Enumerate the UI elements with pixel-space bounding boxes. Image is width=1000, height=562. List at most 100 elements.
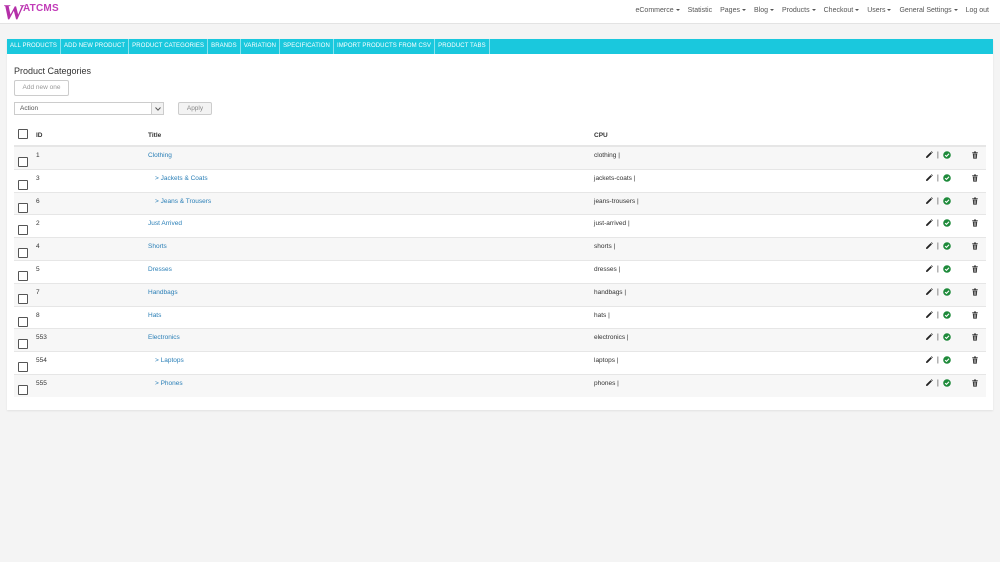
- pencil-icon[interactable]: [925, 219, 933, 227]
- menu-item-checkout[interactable]: Checkout: [824, 6, 860, 15]
- trash-icon[interactable]: [971, 174, 979, 182]
- category-title-link[interactable]: Handbags: [148, 289, 178, 296]
- table-header: ID Title CPU: [14, 125, 986, 146]
- pencil-icon[interactable]: [925, 287, 933, 296]
- pencil-icon[interactable]: [925, 196, 933, 205]
- menu-item-label: Pages: [720, 7, 740, 14]
- menu-item-blog[interactable]: Blog: [754, 6, 774, 15]
- category-title-link[interactable]: Dresses: [148, 266, 172, 273]
- top-navbar: W ATCMS eCommerce Statistic Pages Blog Produ…: [0, 0, 1000, 24]
- categories-table: ID Title CPU 1 Clothing clothing | | 3 > Jack…: [14, 125, 986, 397]
- category-title-link[interactable]: > Laptops: [155, 357, 184, 364]
- check-circle-icon[interactable]: [943, 173, 951, 182]
- category-cpu: shorts |: [594, 243, 616, 251]
- menu-item-label: Checkout: [823, 7, 854, 14]
- check-circle-icon[interactable]: [943, 242, 951, 250]
- check-circle-icon[interactable]: [943, 333, 951, 342]
- category-title-link[interactable]: Hats: [148, 312, 161, 319]
- category-title-link[interactable]: > Phones: [155, 380, 183, 387]
- row-checkbox[interactable]: [18, 157, 28, 167]
- check-circle-icon[interactable]: [943, 287, 951, 296]
- column-header-id: ID: [36, 132, 43, 139]
- pencil-icon[interactable]: [925, 379, 933, 387]
- trash-icon[interactable]: [971, 151, 979, 159]
- caret-down-icon: [770, 9, 774, 12]
- menu-item-general-settings[interactable]: General Settings: [899, 6, 958, 15]
- logo-text: ATCMS: [23, 3, 59, 14]
- category-title-link[interactable]: Electronics: [148, 334, 180, 341]
- table-row: 6 > Jeans & Trousers jeans-trousers | |: [14, 191, 986, 215]
- row-checkbox[interactable]: [18, 225, 28, 236]
- trash-icon[interactable]: [971, 197, 979, 205]
- tab-add-new-product[interactable]: ADD NEW PRODUCT: [61, 39, 130, 54]
- trash-icon[interactable]: [971, 288, 979, 296]
- row-checkbox[interactable]: [18, 270, 28, 281]
- category-title-link[interactable]: Shorts: [148, 243, 167, 250]
- bulk-action-select[interactable]: Action: [14, 102, 164, 115]
- site-logo[interactable]: W ATCMS: [1, 0, 59, 24]
- check-circle-icon[interactable]: [943, 310, 951, 319]
- category-id: 8: [36, 311, 40, 319]
- action-separator: |: [937, 334, 939, 342]
- row-checkbox[interactable]: [18, 384, 28, 395]
- caret-down-icon: [811, 9, 816, 12]
- check-circle-icon[interactable]: [943, 196, 951, 205]
- menu-item-statistic[interactable]: Statistic: [688, 6, 713, 15]
- category-id: 7: [36, 288, 40, 296]
- category-title-link[interactable]: > Jeans & Trousers: [155, 198, 211, 205]
- add-new-button[interactable]: Add new one: [14, 80, 69, 96]
- tab-product-tabs[interactable]: PRODUCT TABS: [435, 39, 490, 54]
- menu-item-pages[interactable]: Pages: [720, 6, 746, 15]
- table-row: 8 Hats hats | |: [14, 305, 986, 329]
- apply-button[interactable]: Apply: [178, 102, 212, 115]
- select-all-checkbox[interactable]: [18, 129, 28, 139]
- check-circle-icon[interactable]: [943, 356, 951, 364]
- pencil-icon[interactable]: [925, 333, 933, 341]
- row-checkbox[interactable]: [18, 293, 28, 304]
- menu-item-ecommerce[interactable]: eCommerce: [635, 6, 680, 15]
- pencil-icon[interactable]: [925, 173, 933, 182]
- menu-item-products[interactable]: Products: [782, 6, 816, 15]
- trash-icon[interactable]: [971, 265, 979, 273]
- category-id: 555: [36, 379, 47, 387]
- tab-brands[interactable]: BRANDS: [208, 39, 241, 54]
- tab-product-categories[interactable]: PRODUCT CATEGORIES: [129, 39, 209, 54]
- tab-variation[interactable]: VARIATION: [241, 39, 281, 54]
- menu-item-users[interactable]: Users: [867, 6, 892, 15]
- trash-icon[interactable]: [971, 311, 979, 319]
- category-id: 553: [36, 334, 47, 342]
- row-checkbox[interactable]: [18, 179, 28, 190]
- tab-all-products[interactable]: ALL PRODUCTS: [7, 39, 61, 54]
- action-separator: |: [937, 288, 939, 296]
- row-checkbox[interactable]: [18, 316, 28, 327]
- pencil-icon[interactable]: [925, 310, 933, 319]
- check-circle-icon[interactable]: [943, 151, 951, 159]
- check-circle-icon[interactable]: [943, 265, 951, 273]
- category-title-link[interactable]: Just Arrived: [148, 220, 182, 227]
- tab-import-products-from-csv[interactable]: IMPORT PRODUCTS FROM CSV: [334, 39, 436, 54]
- trash-icon[interactable]: [971, 333, 979, 341]
- pencil-icon[interactable]: [925, 356, 933, 364]
- row-checkbox[interactable]: [18, 248, 28, 259]
- category-title-link[interactable]: > Jackets & Coats: [155, 175, 208, 182]
- tab-specification[interactable]: SPECIFICATION: [280, 39, 334, 54]
- pencil-icon[interactable]: [925, 151, 933, 159]
- trash-icon[interactable]: [971, 379, 979, 387]
- check-circle-icon[interactable]: [943, 219, 951, 228]
- row-checkbox[interactable]: [18, 202, 28, 213]
- check-circle-icon[interactable]: [943, 379, 951, 387]
- category-cpu: hats |: [594, 311, 610, 319]
- category-cpu: clothing |: [594, 152, 620, 159]
- menu-item-log-out[interactable]: Log out: [966, 6, 989, 15]
- trash-icon[interactable]: [971, 219, 979, 227]
- pencil-icon[interactable]: [925, 265, 933, 273]
- menu-item-label: Statistic: [687, 7, 713, 14]
- row-checkbox[interactable]: [18, 362, 28, 373]
- trash-icon[interactable]: [971, 242, 979, 250]
- trash-icon[interactable]: [971, 356, 979, 364]
- main-menu: eCommerce Statistic Pages Blog Products Check…: [635, 6, 989, 15]
- action-separator: |: [937, 357, 939, 365]
- category-title-link[interactable]: Clothing: [148, 152, 172, 159]
- pencil-icon[interactable]: [925, 242, 933, 250]
- row-checkbox[interactable]: [18, 339, 28, 350]
